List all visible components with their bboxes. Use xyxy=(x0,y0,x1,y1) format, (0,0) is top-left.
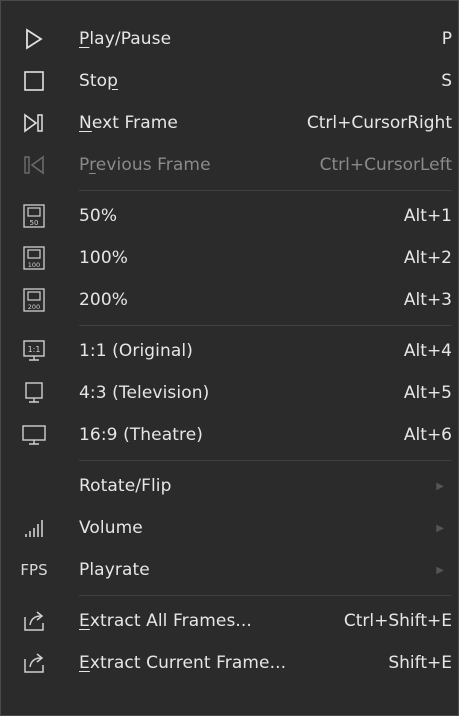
menu-item-shortcut: S xyxy=(441,71,452,91)
menu-item-label: 50% xyxy=(79,206,118,226)
menu-item-label: Extract All Frames... xyxy=(79,611,252,631)
zoom-50-icon: 50 xyxy=(1,195,67,237)
svg-text:1:1: 1:1 xyxy=(28,345,41,354)
zoom-100-icon: 100 xyxy=(1,237,67,279)
menu-item-aspect-theatre[interactable]: 16:9 (Theatre) Alt+6 xyxy=(1,414,458,456)
menu-item-zoom-200[interactable]: 200 200% Alt+3 xyxy=(1,279,458,321)
menu-item-volume[interactable]: Volume ▶ xyxy=(1,507,458,549)
menu-item-next-frame[interactable]: Next Frame Ctrl+CursorRight xyxy=(1,102,458,144)
menu-item-label: 4:3 (Television) xyxy=(79,383,210,403)
menu-item-label: Volume xyxy=(79,518,143,538)
menu-item-zoom-100[interactable]: 100 100% Alt+2 xyxy=(1,237,458,279)
menu-item-aspect-original[interactable]: 1:1 1:1 (Original) Alt+4 xyxy=(1,330,458,372)
zoom-200-icon: 200 xyxy=(1,279,67,321)
menu-item-extract-current-frame[interactable]: Extract Current Frame... Shift+E xyxy=(1,642,458,684)
menu-item-aspect-television[interactable]: 4:3 (Television) Alt+5 xyxy=(1,372,458,414)
menu-item-label: Previous Frame xyxy=(79,155,211,175)
menu-item-shortcut: Ctrl+CursorLeft xyxy=(319,155,452,175)
menu-item-shortcut: Alt+5 xyxy=(403,383,452,403)
menu-item-label: Playrate xyxy=(79,560,150,580)
menu-item-label: 100% xyxy=(79,248,129,268)
svg-text:50: 50 xyxy=(30,219,39,227)
menu-item-label: 16:9 (Theatre) xyxy=(79,425,204,445)
menu-item-shortcut: Ctrl+Shift+E xyxy=(343,611,452,631)
menu-item-label: Rotate/Flip xyxy=(79,476,172,496)
menu-item-previous-frame: Previous Frame Ctrl+CursorLeft xyxy=(1,144,458,186)
menu-item-shortcut: Ctrl+CursorRight xyxy=(306,113,452,133)
svg-text:100: 100 xyxy=(28,261,40,269)
menu-item-shortcut: Alt+3 xyxy=(403,290,452,310)
context-menu: Play/Pause P Stop S Next Frame Ctrl+Curs… xyxy=(0,0,459,716)
menu-item-shortcut: Alt+2 xyxy=(403,248,452,268)
submenu-arrow-icon: ▶ xyxy=(436,480,444,492)
submenu-arrow-icon: ▶ xyxy=(436,522,444,534)
menu-item-label: Extract Current Frame... xyxy=(79,653,287,673)
menu-item-shortcut: Alt+6 xyxy=(403,425,452,445)
aspect-theatre-icon xyxy=(1,414,67,456)
menu-item-play-pause[interactable]: Play/Pause P xyxy=(1,18,458,60)
menu-item-label: Stop xyxy=(79,71,119,91)
play-icon xyxy=(1,18,67,60)
stop-icon xyxy=(1,60,67,102)
menu-separator xyxy=(79,595,452,596)
empty-icon-slot xyxy=(1,465,67,507)
next-frame-icon xyxy=(1,102,67,144)
fps-icon: FPS xyxy=(20,561,48,579)
menu-item-rotate-flip[interactable]: Rotate/Flip ▶ xyxy=(1,465,458,507)
menu-item-extract-all-frames[interactable]: Extract All Frames... Ctrl+Shift+E xyxy=(1,600,458,642)
menu-separator xyxy=(79,460,452,461)
svg-text:200: 200 xyxy=(28,303,40,311)
menu-item-shortcut: Alt+4 xyxy=(403,341,452,361)
menu-item-playrate[interactable]: FPS Playrate ▶ xyxy=(1,549,458,591)
extract-all-frames-icon xyxy=(1,600,67,642)
volume-icon xyxy=(1,507,67,549)
menu-item-shortcut: Shift+E xyxy=(388,653,452,673)
aspect-original-icon: 1:1 xyxy=(1,330,67,372)
menu-separator xyxy=(79,190,452,191)
previous-frame-icon xyxy=(1,144,67,186)
menu-item-label: Next Frame xyxy=(79,113,178,133)
submenu-arrow-icon: ▶ xyxy=(436,564,444,576)
menu-separator xyxy=(79,325,452,326)
menu-item-shortcut: Alt+1 xyxy=(403,206,452,226)
menu-item-label: 1:1 (Original) xyxy=(79,341,193,361)
menu-item-label: Play/Pause xyxy=(79,29,172,49)
menu-item-label: 200% xyxy=(79,290,129,310)
menu-item-shortcut: P xyxy=(441,29,452,49)
menu-item-stop[interactable]: Stop S xyxy=(1,60,458,102)
extract-current-frame-icon xyxy=(1,642,67,684)
aspect-television-icon xyxy=(1,372,67,414)
menu-item-zoom-50[interactable]: 50 50% Alt+1 xyxy=(1,195,458,237)
